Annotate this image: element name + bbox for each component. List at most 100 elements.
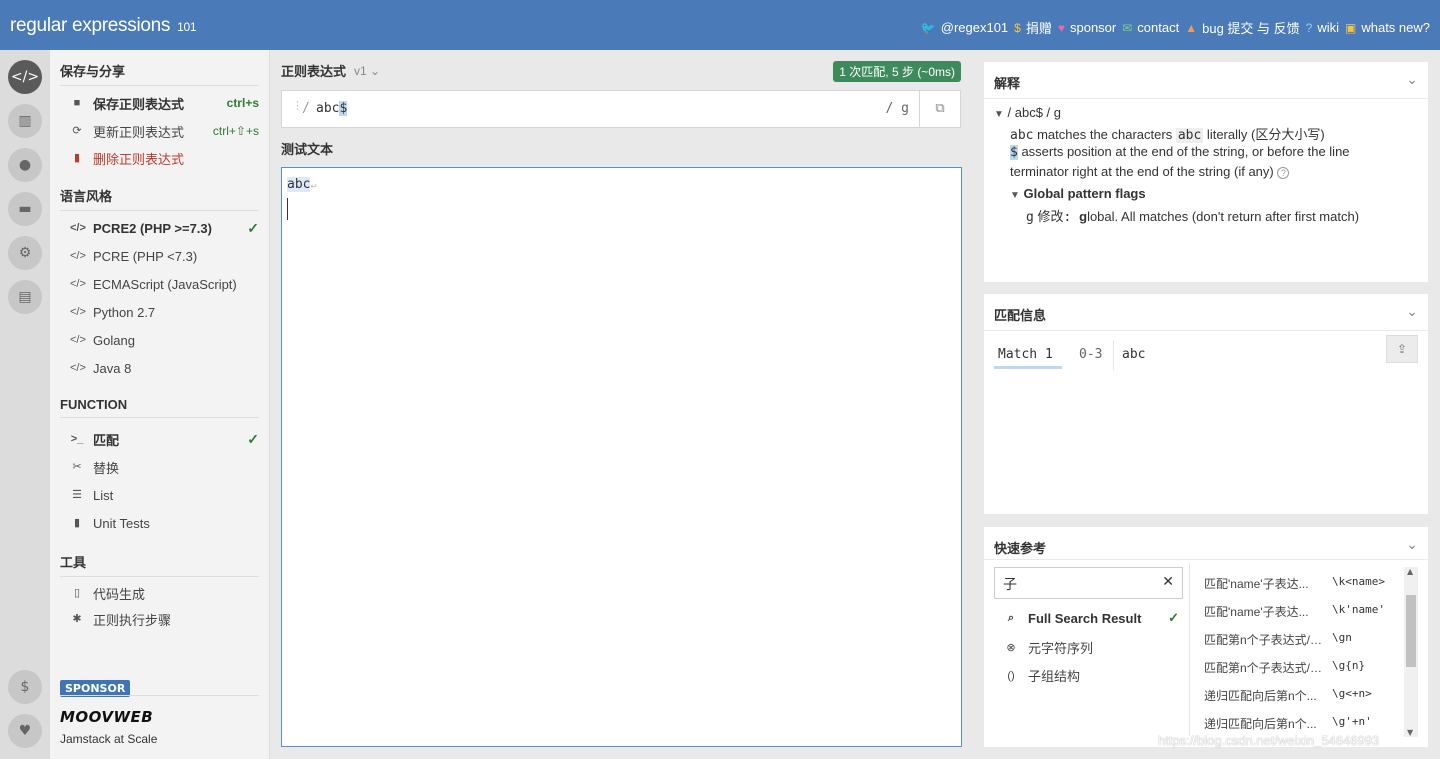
qr-item[interactable]: 递归匹配向后第n个... \g<+n> bbox=[1204, 687, 1390, 704]
qr-category-metachar[interactable]: ⊗ 元字符序列 bbox=[1004, 638, 1179, 657]
trash-icon: ▮ bbox=[73, 152, 81, 164]
match-value[interactable]: abc bbox=[1122, 347, 1145, 362]
library-icon[interactable]: ▥ bbox=[8, 104, 42, 138]
test-string-input[interactable]: abc↵ bbox=[281, 167, 962, 747]
list-icon: ☰ bbox=[72, 489, 82, 501]
sponsor-logo[interactable]: MOOVWEB bbox=[60, 708, 153, 726]
nav-donate[interactable]: $ 捐赠 bbox=[1014, 18, 1052, 37]
editor-area: 正则表达式 v1 ⌄ 1 次匹配, 5 步 (~0ms) ⋮ / abc$ / … bbox=[271, 50, 971, 759]
explanation-line: abc matches the characters abc literally… bbox=[1010, 127, 1325, 143]
help-icon[interactable]: ? bbox=[1277, 167, 1290, 179]
code-icon: </> bbox=[70, 278, 86, 290]
twitter-icon: 🐦 bbox=[920, 20, 936, 35]
tool-debugger[interactable]: ✱ 正则执行步骤 bbox=[70, 609, 259, 629]
chevron-down-icon[interactable]: ⌄ bbox=[1406, 537, 1418, 553]
newline-marker: ↵ bbox=[310, 180, 317, 191]
check-icon: ✓ bbox=[247, 219, 259, 236]
gamepad-icon[interactable]: ▬ bbox=[8, 192, 42, 226]
divider bbox=[984, 559, 1428, 560]
nav-bug-report[interactable]: ▲ bug 提交 与 反馈 bbox=[1185, 18, 1299, 37]
flavor-python[interactable]: </> Python 2.7 bbox=[70, 302, 259, 322]
explanation-root[interactable]: ▼ / abc$ / g bbox=[994, 105, 1061, 120]
sponsor-tagline[interactable]: Jamstack at Scale bbox=[60, 732, 157, 746]
scrollbar[interactable]: ▲ ▼ bbox=[1404, 567, 1418, 737]
top-bar: regular expressions 101 🐦 @regex101 $ 捐赠 ♥… bbox=[0, 0, 1440, 50]
copy-button[interactable]: ⧉ bbox=[920, 90, 961, 128]
function-unit-tests[interactable]: ▮ Unit Tests bbox=[70, 513, 259, 533]
version-dropdown[interactable]: v1 ⌄ bbox=[354, 64, 380, 78]
test-string-heading: 测试文本 bbox=[281, 142, 334, 157]
group-icon: () bbox=[1007, 669, 1015, 682]
book-icon: ? bbox=[1305, 20, 1313, 35]
regex-flags[interactable]: / g bbox=[886, 101, 909, 116]
quick-reference-search[interactable]: 子 ✕ bbox=[994, 567, 1183, 599]
chevron-down-icon[interactable]: ⌄ bbox=[1406, 72, 1418, 88]
qr-category-groups[interactable]: () 子组结构 bbox=[1004, 666, 1179, 685]
chat-icon[interactable]: ▤ bbox=[8, 280, 42, 314]
chevron-down-icon[interactable]: ⌄ bbox=[1406, 304, 1418, 320]
flags-heading[interactable]: ▼ Global pattern flags bbox=[1010, 186, 1146, 201]
regex-heading: 正则表达式 v1 ⌄ bbox=[281, 63, 381, 80]
quick-reference-panel: 快速参考 ⌄ 子 ✕ ⌕ Full Search Result ✓ ⊗ 元字符序列 (… bbox=[984, 527, 1428, 747]
divider bbox=[1113, 340, 1114, 370]
qr-item[interactable]: 匹配第n个子表达式/分组...\gn bbox=[1204, 631, 1390, 648]
explanation-panel: 解释 ⌄ ▼ / abc$ / g abc matches the charac… bbox=[984, 62, 1428, 282]
dollar-icon[interactable]: $ bbox=[8, 670, 42, 704]
settings-icon[interactable]: ⚙ bbox=[8, 236, 42, 270]
delete-regex-button[interactable]: ▮ 删除正则表达式 bbox=[70, 148, 259, 168]
flavor-golang[interactable]: </> Golang bbox=[70, 330, 259, 350]
heart-icon: ♥ bbox=[1057, 20, 1065, 35]
save-regex-button[interactable]: ■ 保存正则表达式 ctrl+s bbox=[70, 93, 259, 113]
code-icon: </> bbox=[70, 222, 86, 234]
flavor-ecmascript[interactable]: </> ECMAScript (JavaScript) bbox=[70, 274, 259, 294]
divider bbox=[984, 98, 1428, 99]
function-heading: FUNCTION bbox=[60, 397, 259, 418]
divider bbox=[984, 330, 1428, 331]
code-icon: </> bbox=[70, 250, 86, 262]
scrollbar-thumb[interactable] bbox=[1406, 595, 1416, 667]
flavor-java[interactable]: </> Java 8 bbox=[70, 358, 259, 378]
code-icon: </> bbox=[70, 362, 86, 374]
qr-item[interactable]: 匹配'name'子表达... \k'name' bbox=[1204, 603, 1390, 620]
function-match[interactable]: >_ 匹配 ✓ bbox=[70, 429, 259, 449]
explanation-heading: 解释 bbox=[994, 76, 1021, 91]
triangle-down-icon: ▼ bbox=[1010, 190, 1020, 201]
flag-description: g 修改: global. All matches (don't return … bbox=[1026, 209, 1360, 225]
triangle-down-icon: ▼ bbox=[994, 109, 1004, 120]
update-regex-button[interactable]: ⟳ 更新正则表达式 ctrl+⇧+s bbox=[70, 121, 259, 141]
close-icon[interactable]: ✕ bbox=[1162, 574, 1174, 590]
nav-twitter[interactable]: 🐦 @regex101 bbox=[921, 18, 1008, 37]
qr-category-full-search[interactable]: ⌕ Full Search Result ✓ bbox=[1004, 610, 1179, 626]
check-icon: ✓ bbox=[1168, 610, 1179, 625]
export-button[interactable]: ⇪ bbox=[1386, 335, 1418, 363]
flavor-pcre[interactable]: </> PCRE (PHP <7.3) bbox=[70, 246, 259, 266]
nav-sponsor[interactable]: ♥ sponsor bbox=[1058, 18, 1116, 37]
scroll-up-icon[interactable]: ▲ bbox=[1407, 567, 1413, 576]
tool-code-generator[interactable]: ▯ 代码生成 bbox=[70, 583, 259, 603]
explanation-line: terminator right at the end of the strin… bbox=[1010, 164, 1290, 179]
match-status-badge: 1 次匹配, 5 步 (~0ms) bbox=[833, 61, 961, 82]
function-list[interactable]: ☰ List bbox=[70, 485, 259, 505]
user-icon[interactable]: ● bbox=[8, 148, 42, 182]
match-info-heading: 匹配信息 bbox=[994, 308, 1047, 323]
app-logo[interactable]: regular expressions 101 bbox=[10, 15, 197, 37]
quick-reference-heading: 快速参考 bbox=[994, 541, 1047, 556]
qr-item[interactable]: 匹配第n个子表达式/分... \g{n} bbox=[1204, 659, 1390, 676]
qr-item[interactable]: 递归匹配向后第n个... \g'+n' bbox=[1204, 715, 1390, 732]
nav-wiki[interactable]: ? wiki bbox=[1306, 18, 1339, 37]
function-substitution[interactable]: ✂ 替换 bbox=[70, 457, 259, 477]
nav-contact[interactable]: ✉ contact bbox=[1122, 18, 1179, 37]
qr-item[interactable]: 匹配'name'子表达... \k<name> bbox=[1204, 575, 1390, 592]
flavor-pcre2[interactable]: </> PCRE2 (PHP >=7.3) ✓ bbox=[70, 218, 259, 238]
code-icon[interactable]: </> bbox=[8, 60, 42, 94]
scroll-down-icon[interactable]: ▼ bbox=[1407, 728, 1413, 737]
regex-input[interactable]: ⋮ / abc$ / g bbox=[281, 90, 920, 128]
heart-icon[interactable]: ♥ bbox=[8, 714, 42, 748]
regex-text[interactable]: abc$ bbox=[316, 101, 348, 116]
warning-icon: ▲ bbox=[1185, 20, 1198, 35]
nav-whats-new[interactable]: ▣ whats new? bbox=[1345, 18, 1430, 37]
right-panels: 解释 ⌄ ▼ / abc$ / g abc matches the charac… bbox=[971, 50, 1440, 759]
check-icon: ✓ bbox=[247, 430, 259, 447]
test-string-text[interactable]: abc↵ bbox=[287, 177, 317, 192]
match-label: Match 1 bbox=[998, 347, 1053, 362]
